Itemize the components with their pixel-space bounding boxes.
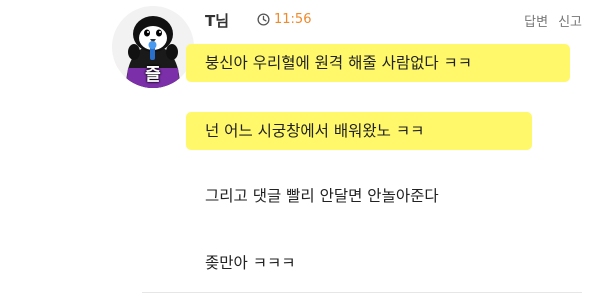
comment-header: T님 11:56 답변 신고 [0,0,600,40]
comment-item: 즐 T님 11:56 답변 신고 붕신아 우리혈에 원격 해줄 사람없다 ㅋㅋ … [0,0,600,301]
time-text: 11:56 [274,12,312,27]
report-button[interactable]: 신고 [558,11,582,30]
comment-line: 좆만아 ㅋㅋㅋ [205,254,296,272]
avatar-caption: 즐 [145,65,161,85]
timestamp: 11:56 [257,12,311,27]
comment-divider [142,292,582,293]
comment-actions: 답변 신고 [524,11,582,30]
comment-line: 그리고 댓글 빨리 안달면 안놀아준다 [205,187,439,205]
clock-icon [257,13,270,26]
reply-button[interactable]: 답변 [524,11,548,30]
comment-line: 붕신아 우리혈에 원격 해줄 사람없다 ㅋㅋ [205,54,473,72]
author-name[interactable]: T님 [205,10,229,31]
comment-line: 넌 어느 시궁창에서 배워왔노 ㅋㅋ [205,122,425,140]
